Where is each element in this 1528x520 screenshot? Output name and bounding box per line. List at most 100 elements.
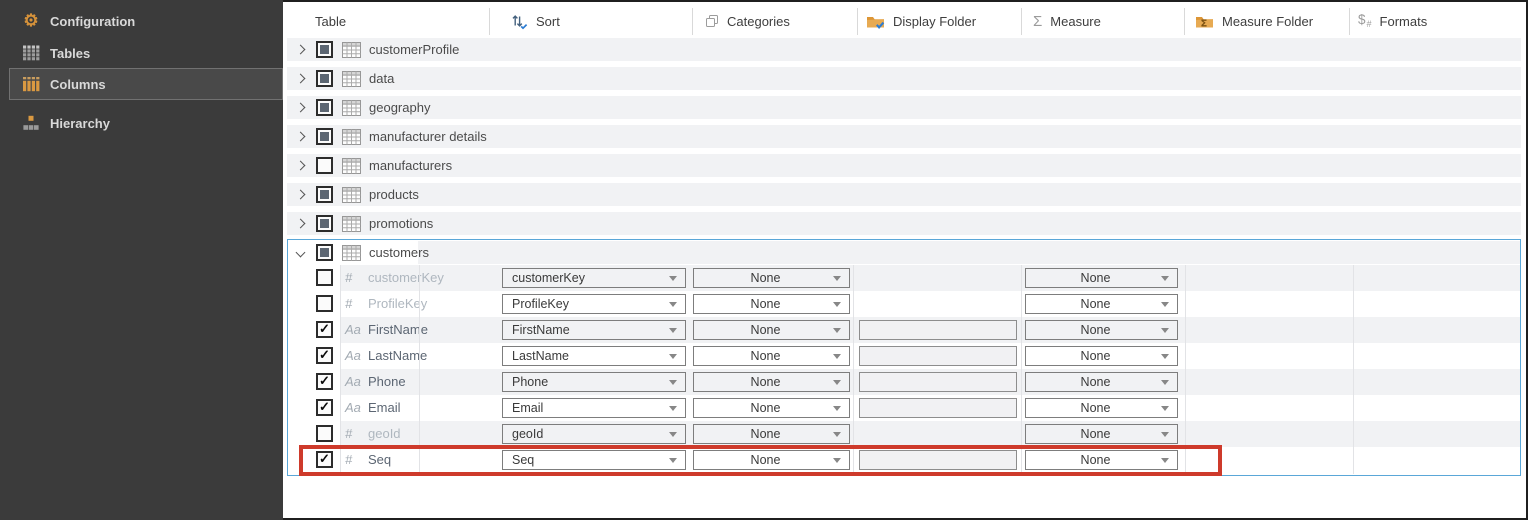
table-checkbox[interactable] xyxy=(316,128,333,145)
display-folder-icon xyxy=(866,14,885,29)
sort-dropdown[interactable]: Phone xyxy=(502,372,686,392)
categories-dropdown[interactable]: None xyxy=(693,268,850,288)
table-checkbox[interactable] xyxy=(316,244,333,261)
column-checkbox[interactable] xyxy=(316,425,333,442)
table-row-manufacturers[interactable]: manufacturers xyxy=(287,154,1521,177)
measure-dropdown[interactable]: None xyxy=(1025,268,1178,288)
sort-dropdown[interactable]: LastName xyxy=(502,346,686,366)
measure-dropdown[interactable]: None xyxy=(1025,372,1178,392)
table-name: customerProfile xyxy=(369,42,459,57)
table-name: data xyxy=(369,71,394,86)
measure-dropdown[interactable]: None xyxy=(1025,398,1178,418)
sort-dropdown[interactable]: customerKey xyxy=(502,268,686,288)
measure-dropdown-value: None xyxy=(1040,451,1151,469)
column-checkbox[interactable] xyxy=(316,399,333,416)
categories-dropdown[interactable]: None xyxy=(693,450,850,470)
sidebar-item-hierarchy[interactable]: Hierarchy xyxy=(0,110,283,136)
column-row-lastname[interactable]: AaLastNameLastNameNoneNone xyxy=(287,343,1521,369)
column-checkbox[interactable] xyxy=(316,321,333,338)
categories-dropdown[interactable]: None xyxy=(693,320,850,340)
column-checkbox[interactable] xyxy=(316,269,333,286)
sort-dropdown[interactable]: ProfileKey xyxy=(502,294,686,314)
column-header-display-folder: Display Folder xyxy=(866,8,976,34)
sort-dropdown[interactable]: Seq xyxy=(502,450,686,470)
table-icon xyxy=(342,158,361,174)
categories-icon xyxy=(705,14,719,28)
column-checkbox[interactable] xyxy=(316,373,333,390)
expand-chevron-icon[interactable] xyxy=(296,161,306,171)
sort-dropdown[interactable]: FirstName xyxy=(502,320,686,340)
measure-dropdown[interactable]: None xyxy=(1025,294,1178,314)
dropdown-arrow-icon xyxy=(833,302,841,307)
table-icon xyxy=(342,216,361,232)
display-folder-input[interactable] xyxy=(859,372,1017,392)
table-row-data[interactable]: data xyxy=(287,67,1521,90)
gear-icon: ⚙ xyxy=(20,12,42,30)
table-checkbox[interactable] xyxy=(316,99,333,116)
sidebar-item-tables[interactable]: Tables xyxy=(0,40,283,66)
table-row-promotions[interactable]: promotions xyxy=(287,212,1521,235)
table-row-geography[interactable]: geography xyxy=(287,96,1521,119)
table-row-customers[interactable]: customers xyxy=(287,241,1521,264)
column-header-categories: Categories xyxy=(705,8,790,34)
dropdown-arrow-icon xyxy=(669,302,677,307)
measure-dropdown[interactable]: None xyxy=(1025,424,1178,444)
sidebar-item-configuration[interactable]: ⚙ Configuration xyxy=(0,8,283,34)
dropdown-arrow-icon xyxy=(833,276,841,281)
dropdown-arrow-icon xyxy=(1161,432,1169,437)
table-checkbox[interactable] xyxy=(316,186,333,203)
column-header-label: Display Folder xyxy=(893,14,976,29)
display-folder-input[interactable] xyxy=(859,320,1017,340)
expand-chevron-icon[interactable] xyxy=(296,219,306,229)
column-header-measure: ΣMeasure xyxy=(1033,8,1101,34)
expand-chevron-icon[interactable] xyxy=(296,45,306,55)
column-row-email[interactable]: AaEmailEmailNoneNone xyxy=(287,395,1521,421)
categories-dropdown[interactable]: None xyxy=(693,372,850,392)
measure-dropdown[interactable]: None xyxy=(1025,450,1178,470)
table-checkbox[interactable] xyxy=(316,157,333,174)
table-checkbox[interactable] xyxy=(316,70,333,87)
sort-dropdown-value: Phone xyxy=(512,373,661,391)
column-row-customerkey[interactable]: #customerKeycustomerKeyNoneNone xyxy=(287,265,1521,291)
numeric-type-icon: # xyxy=(345,291,367,317)
tables-icon xyxy=(20,45,42,61)
display-folder-input[interactable] xyxy=(859,450,1017,470)
column-row-phone[interactable]: AaPhonePhoneNoneNone xyxy=(287,369,1521,395)
expand-chevron-icon[interactable] xyxy=(296,132,306,142)
dropdown-arrow-icon xyxy=(669,406,677,411)
categories-dropdown-value: None xyxy=(708,451,823,469)
measure-dropdown[interactable]: None xyxy=(1025,320,1178,340)
table-row-products[interactable]: products xyxy=(287,183,1521,206)
categories-dropdown[interactable]: None xyxy=(693,346,850,366)
column-row-firstname[interactable]: AaFirstNameFirstNameNoneNone xyxy=(287,317,1521,343)
sort-dropdown[interactable]: Email xyxy=(502,398,686,418)
display-folder-input[interactable] xyxy=(859,346,1017,366)
table-checkbox[interactable] xyxy=(316,215,333,232)
sort-dropdown[interactable]: geoId xyxy=(502,424,686,444)
categories-dropdown[interactable]: None xyxy=(693,294,850,314)
categories-dropdown[interactable]: None xyxy=(693,424,850,444)
table-checkbox[interactable] xyxy=(316,41,333,58)
expand-chevron-icon[interactable] xyxy=(296,74,306,84)
column-header-label: Measure xyxy=(1050,14,1101,29)
column-row-seq[interactable]: #SeqSeqNoneNone xyxy=(287,447,1521,473)
table-row-manufacturer-details[interactable]: manufacturer details xyxy=(287,125,1521,148)
display-folder-input[interactable] xyxy=(859,398,1017,418)
grid-line xyxy=(419,265,420,474)
expand-chevron-icon[interactable] xyxy=(296,190,306,200)
column-checkbox[interactable] xyxy=(316,295,333,312)
column-row-geoid[interactable]: #geoIdgeoIdNoneNone xyxy=(287,421,1521,447)
categories-dropdown[interactable]: None xyxy=(693,398,850,418)
table-row-customerprofile[interactable]: customerProfile xyxy=(287,38,1521,61)
column-header-label: Measure Folder xyxy=(1222,14,1313,29)
column-row-profilekey[interactable]: #ProfileKeyProfileKeyNoneNone xyxy=(287,291,1521,317)
table-icon xyxy=(342,129,361,145)
header-divider xyxy=(692,8,693,35)
measure-dropdown[interactable]: None xyxy=(1025,346,1178,366)
sidebar-item-columns[interactable]: Columns xyxy=(9,68,283,100)
column-checkbox[interactable] xyxy=(316,451,333,468)
expand-chevron-icon[interactable] xyxy=(296,103,306,113)
column-checkbox[interactable] xyxy=(316,347,333,364)
text-type-icon: Aa xyxy=(345,343,367,369)
sidebar-item-label: Configuration xyxy=(50,14,135,29)
